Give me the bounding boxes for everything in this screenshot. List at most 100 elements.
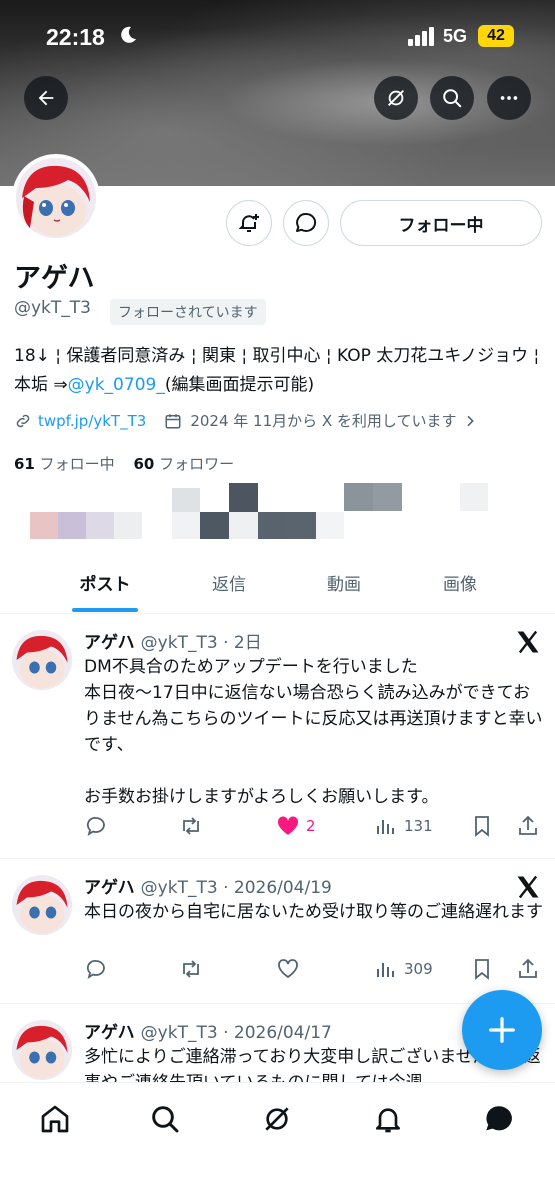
compose-post-button[interactable] [462, 990, 542, 1070]
blur-block [86, 512, 114, 539]
repost-button[interactable] [179, 957, 203, 981]
post-text: DM不具合のためアップデートを行いました 本日夜～17日中に返信ない場合恐らく読… [84, 657, 543, 807]
follow-counts: 61 フォロー中 60 フォロワー [14, 453, 234, 474]
tab-replies[interactable]: 返信 [174, 570, 284, 595]
post-header: アゲハ @ykT_T3 · 2026/04/19 [84, 873, 332, 898]
explore-icon [152, 1106, 179, 1133]
back-arrow-icon [38, 90, 54, 106]
share-button[interactable] [516, 814, 540, 838]
views-icon [377, 963, 394, 977]
status-time: 22:18 [46, 24, 105, 50]
post-text: 本日の夜から自宅に居ないため受け取り等のご連絡遅れます [84, 902, 543, 922]
post-actions: 2 131 [84, 814, 544, 842]
followers-link[interactable]: 60 フォロワー [133, 455, 234, 473]
followers-count: 60 [133, 455, 155, 473]
blur-block [114, 512, 142, 539]
avatar-image [16, 158, 96, 238]
back-button[interactable] [24, 76, 68, 120]
following-count: 61 [14, 455, 35, 473]
x-logo-icon [517, 630, 539, 654]
blur-block [30, 512, 58, 539]
joined-date[interactable]: 2024 年 11月から X を利用しています [190, 410, 456, 431]
blur-block [316, 512, 344, 539]
status-bar: 22:18 5G 42 [0, 18, 555, 58]
reply-button[interactable] [84, 957, 108, 981]
link-icon [16, 414, 30, 427]
post-avatar[interactable] [12, 630, 72, 690]
notification-subscribe-button[interactable] [226, 200, 272, 246]
blur-block [172, 512, 200, 539]
blur-block [344, 483, 373, 511]
repost-icon [183, 817, 199, 835]
view-count: 309 [404, 960, 433, 978]
share-icon [519, 958, 537, 978]
blur-block [287, 512, 316, 539]
avatar-image [12, 875, 72, 935]
nav-notifications[interactable] [370, 1101, 406, 1137]
like-count: 2 [306, 817, 316, 835]
nav-explore[interactable] [147, 1101, 183, 1137]
notification-bell-icon [238, 214, 259, 232]
views-button[interactable]: 131 [374, 814, 433, 838]
views-icon [377, 820, 394, 834]
share-icon [519, 815, 537, 835]
tab-images[interactable]: 画像 [405, 570, 515, 595]
views-button[interactable]: 309 [374, 957, 433, 981]
like-icon [278, 959, 298, 979]
following-label: フォロー中 [39, 455, 115, 473]
post-item[interactable]: アゲハ @ykT_T3 · 2026/04/19 本日の夜から自宅に居ないため受け… [0, 859, 555, 1004]
profile-avatar[interactable] [12, 154, 100, 242]
like-button[interactable]: 2 [276, 814, 316, 838]
post-author-name[interactable]: アゲハ [84, 1023, 135, 1043]
blur-block [200, 512, 229, 539]
battery-indicator: 42 [478, 25, 514, 47]
network-type: 5G [443, 26, 468, 46]
nav-grok[interactable] [259, 1101, 295, 1137]
post-avatar[interactable] [12, 875, 72, 935]
post-author-name[interactable]: アゲハ [84, 633, 135, 653]
tab-posts[interactable]: ポスト [50, 570, 160, 595]
blur-block [229, 512, 258, 539]
reply-icon [86, 817, 105, 836]
like-icon [277, 816, 299, 835]
avatar-image [12, 630, 72, 690]
x-logo-icon [517, 875, 539, 899]
reply-button[interactable] [84, 814, 108, 838]
tab-videos[interactable]: 動画 [289, 570, 399, 595]
nav-home[interactable] [37, 1101, 73, 1137]
bottom-navigation [0, 1082, 555, 1200]
follows-you-badge: フォローされています [110, 299, 266, 325]
following-button[interactable]: フォロー中 [340, 200, 542, 246]
grok-button[interactable] [374, 76, 418, 120]
signal-icon [408, 27, 434, 46]
more-button[interactable] [487, 76, 531, 120]
message-icon [296, 212, 317, 232]
blur-block [373, 483, 402, 511]
post-item[interactable]: アゲハ @ykT_T3 · 2日 DM不具合のためアップデートを行いました 本日夜… [0, 614, 555, 859]
post-actions: 309 [84, 957, 544, 985]
profile-meta: twpf.jp/ykT_T3 2024 年 11月から X を利用しています [14, 410, 478, 431]
share-button[interactable] [516, 957, 540, 981]
following-link[interactable]: 61 フォロー中 [14, 455, 115, 473]
profile-tabs: ポスト 返信 動画 画像 [0, 556, 555, 614]
search-button[interactable] [430, 76, 474, 120]
bookmark-icon [475, 816, 489, 837]
message-button[interactable] [283, 200, 329, 246]
repost-button[interactable] [179, 814, 203, 838]
nav-messages[interactable] [481, 1101, 517, 1137]
reply-icon [86, 960, 105, 979]
post-author-name[interactable]: アゲハ [84, 878, 135, 898]
notifications-icon [376, 1108, 400, 1133]
bookmark-button[interactable] [470, 957, 494, 981]
followers-label: フォロワー [159, 455, 235, 473]
like-button[interactable] [276, 957, 300, 981]
post-avatar[interactable] [12, 1020, 72, 1080]
search-icon [443, 89, 462, 108]
blur-block [172, 488, 200, 512]
repost-icon [183, 960, 199, 978]
home-icon [41, 1105, 69, 1133]
profile-banner[interactable]: 22:18 5G 42 [0, 0, 555, 186]
bookmark-button[interactable] [470, 814, 494, 838]
profile-link[interactable]: twpf.jp/ykT_T3 [38, 412, 146, 430]
bio-mention-link[interactable]: @yk_0709_ [68, 375, 165, 395]
